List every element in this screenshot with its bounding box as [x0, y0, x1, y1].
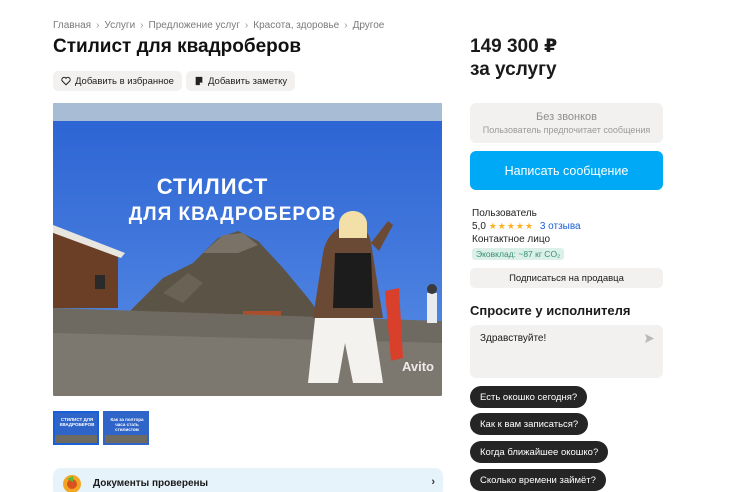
no-calls-notice: Без звонков Пользователь предпочитает со…: [470, 103, 663, 143]
seller-name[interactable]: Пользователь: [472, 207, 581, 220]
note-icon: [195, 76, 203, 86]
heart-icon: [61, 76, 71, 86]
thumbnail-1-caption: СТИЛИСТ ДЛЯ КВАДРОБЕРОВ: [59, 417, 95, 427]
add-to-favorites-button[interactable]: Добавить в избранное: [53, 71, 182, 91]
seller-reviews-link[interactable]: 3 отзыва: [540, 221, 581, 232]
rating-stars-icon: ★★★★★: [488, 221, 535, 231]
verified-badge-icon: [63, 475, 81, 492]
thumbnail-2[interactable]: Как за полтора часа стать стилистом: [103, 411, 149, 445]
breadcrumb-item-beauty[interactable]: Красота, здоровье: [253, 20, 339, 31]
quick-question-chip[interactable]: Есть окошко сегодня?: [470, 386, 588, 408]
seller-rating: 5,0: [472, 221, 486, 232]
thumbnail-2-caption: Как за полтора часа стать стилистом: [110, 417, 144, 432]
price-amount: 149 300 ₽: [470, 36, 558, 57]
breadcrumb-separator: ›: [140, 20, 144, 31]
seller-info: Пользователь 5,0 ★★★★★ 3 отзыва Контактн…: [472, 207, 581, 260]
add-note-button[interactable]: Добавить заметку: [186, 71, 296, 91]
seller-rating-row: 5,0 ★★★★★ 3 отзыва: [472, 220, 581, 233]
add-note-label: Добавить заметку: [208, 75, 288, 87]
write-message-button[interactable]: Написать сообщение: [470, 151, 663, 190]
chevron-right-icon: ›: [431, 476, 435, 488]
ask-section-title: Спросите у исполнителя: [470, 303, 631, 318]
eco-contribution-badge[interactable]: Эковклад: ~87 кг CO₂: [472, 248, 565, 260]
add-to-favorites-label: Добавить в избранное: [75, 75, 174, 87]
quick-question-chip[interactable]: Как к вам записаться?: [470, 413, 589, 435]
gallery-main-image[interactable]: СТИЛИСТ ДЛЯ КВАДРОБЕРОВ Avito: [53, 103, 442, 396]
no-calls-subtitle: Пользователь предпочитает сообщения: [482, 125, 651, 135]
thumbnail-ground: [55, 435, 97, 443]
documents-verified-label: Документы проверены: [93, 477, 209, 489]
no-calls-title: Без звонков: [535, 111, 598, 123]
ask-message-input[interactable]: Здравствуйте!: [470, 325, 663, 378]
breadcrumb-item-other[interactable]: Другое: [353, 20, 385, 31]
thumbnail-ground: [105, 435, 147, 443]
quick-question-chip[interactable]: Сколько времени займёт?: [470, 469, 606, 491]
page-title: Стилист для квадроберов: [53, 36, 302, 57]
breadcrumb: Главная › Услуги › Предложение услуг › К…: [53, 20, 384, 31]
ask-message-value: Здравствуйте!: [480, 333, 547, 344]
documents-verified-bar[interactable]: Документы проверены ›: [53, 468, 443, 492]
breadcrumb-separator: ›: [96, 20, 100, 31]
photo-headline-2: ДЛЯ КВАДРОБЕРОВ: [128, 204, 337, 225]
gallery-thumbnails: СТИЛИСТ ДЛЯ КВАДРОБЕРОВ Как за полтора ч…: [53, 411, 149, 445]
subscribe-seller-button[interactable]: Подписаться на продавца: [470, 268, 663, 288]
avito-watermark: Avito: [401, 359, 434, 374]
seller-contact: Контактное лицо: [472, 234, 551, 245]
breadcrumb-item-home[interactable]: Главная: [53, 20, 91, 31]
quick-question-chip[interactable]: Когда ближайшее окошко?: [470, 441, 609, 463]
price-unit: за услугу: [470, 59, 557, 80]
breadcrumb-separator: ›: [344, 20, 348, 31]
send-icon[interactable]: [644, 333, 655, 344]
breadcrumb-item-services[interactable]: Услуги: [104, 20, 135, 31]
photo-headline-1: СТИЛИСТ: [156, 174, 269, 199]
thumbnail-1[interactable]: СТИЛИСТ ДЛЯ КВАДРОБЕРОВ: [53, 411, 99, 445]
breadcrumb-separator: ›: [244, 20, 249, 31]
breadcrumb-item-offers[interactable]: Предложение услуг: [149, 20, 240, 31]
price-block: 149 300 ₽ за услугу: [470, 35, 557, 81]
listing-photo: [53, 103, 442, 396]
